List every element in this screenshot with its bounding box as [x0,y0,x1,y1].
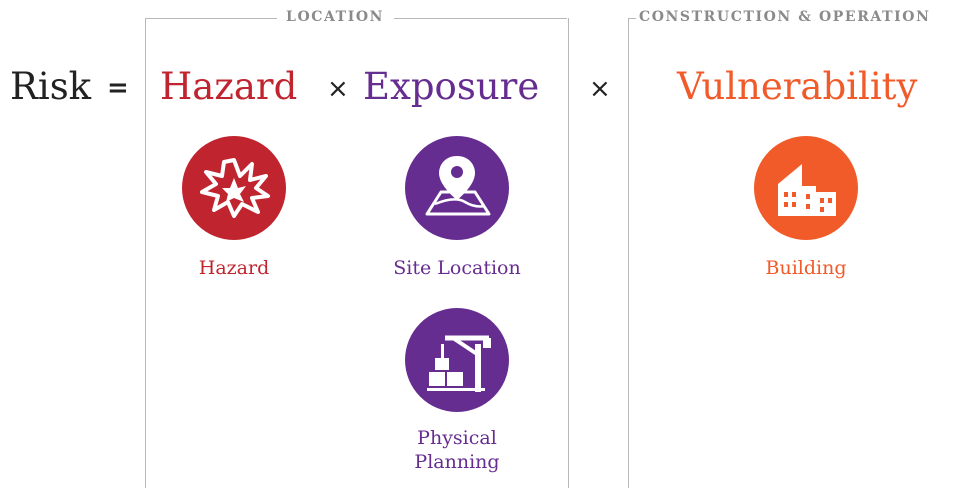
site-location-caption: Site Location [393,257,521,279]
exposure-term: Exposure [363,65,540,108]
explosion-icon [182,136,286,240]
construction-label: CONSTRUCTION & OPERATION [639,9,931,25]
map-pin-icon [405,136,509,240]
physical-planning-caption: Physical Planning [414,427,500,473]
multiply-sign-1: × [327,74,349,104]
equals-sign: = [107,73,129,103]
building-icon [754,136,858,240]
location-label: LOCATION [286,9,385,25]
risk-term: Risk [10,65,92,108]
hazard-term: Hazard [160,65,298,108]
hazard-caption: Hazard [198,257,270,279]
crane-icon [405,308,509,412]
location-box-top-left-line [145,18,277,19]
multiply-sign-2: × [589,74,611,104]
vulnerability-term: Vulnerability [677,65,918,108]
building-caption: Building [765,257,847,279]
construction-box-top-line [628,18,636,19]
location-box-top-right-line [394,18,567,19]
